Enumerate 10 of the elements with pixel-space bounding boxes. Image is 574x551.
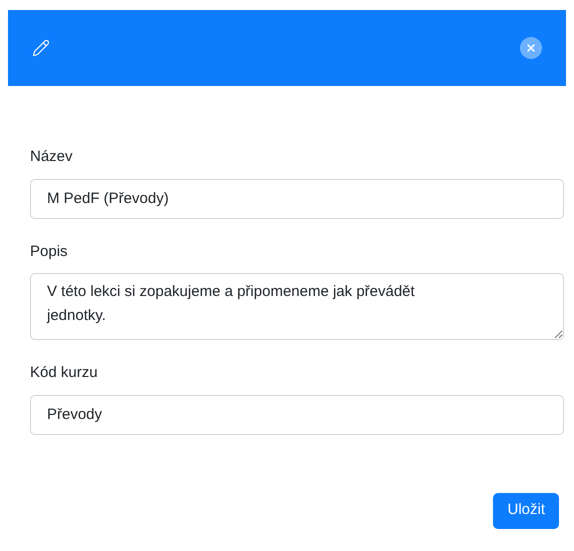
field-label: Název (30, 147, 74, 167)
close-button[interactable] (520, 37, 542, 59)
description-field[interactable]: V této lekci si zopakujeme a připomeneme jak převádět jednotky. (30, 273, 564, 340)
pencil-icon (32, 39, 50, 57)
close-icon (525, 42, 537, 54)
text-field[interactable]: Převody (30, 394, 564, 434)
field-label: Popis (30, 242, 69, 262)
save-button[interactable]: Uložit (493, 492, 559, 528)
field-label: Kód kurzu (30, 363, 99, 383)
text-field[interactable]: M PedF (Převody) (30, 178, 564, 218)
